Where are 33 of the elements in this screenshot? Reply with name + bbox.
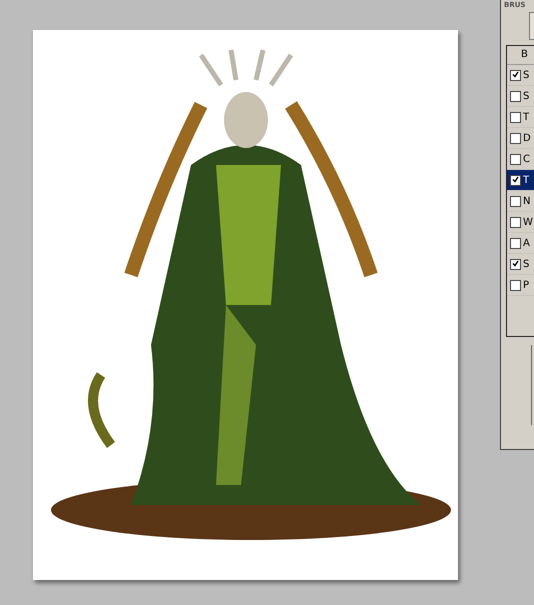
option-label: C: [523, 154, 530, 164]
brush-option-item[interactable]: T: [507, 170, 534, 191]
option-label: T: [523, 112, 530, 122]
brush-option-item[interactable]: P: [507, 275, 534, 296]
checkbox[interactable]: [510, 90, 521, 102]
list-header: B: [507, 46, 534, 65]
checkbox[interactable]: [510, 280, 521, 290]
checkbox[interactable]: [510, 216, 521, 228]
option-label: S: [523, 90, 530, 102]
brush-option-item[interactable]: A: [507, 233, 534, 254]
option-label: N: [523, 196, 530, 206]
option-label: S: [523, 70, 530, 80]
checkbox[interactable]: [510, 154, 521, 164]
checkbox[interactable]: [510, 174, 521, 186]
checkbox[interactable]: [510, 238, 521, 248]
checkbox[interactable]: [510, 132, 521, 144]
brush-option-item[interactable]: S: [507, 86, 534, 107]
option-label: T: [523, 174, 530, 186]
checkbox[interactable]: [510, 70, 521, 80]
checkbox[interactable]: [510, 112, 521, 122]
option-label: W: [523, 216, 533, 228]
brush-option-item[interactable]: T: [507, 107, 534, 128]
option-label: A: [523, 238, 530, 248]
brush-option-item[interactable]: N: [507, 191, 534, 212]
brush-option-item[interactable]: W: [507, 212, 534, 233]
checkbox[interactable]: [510, 258, 521, 270]
brush-option-item[interactable]: S: [507, 65, 534, 86]
option-label: S: [523, 258, 530, 270]
option-label: P: [523, 280, 530, 290]
option-label: D: [523, 132, 531, 144]
checkbox[interactable]: [510, 196, 521, 206]
brush-option-item[interactable]: S: [507, 254, 534, 275]
brush-option-item[interactable]: D: [507, 128, 534, 149]
